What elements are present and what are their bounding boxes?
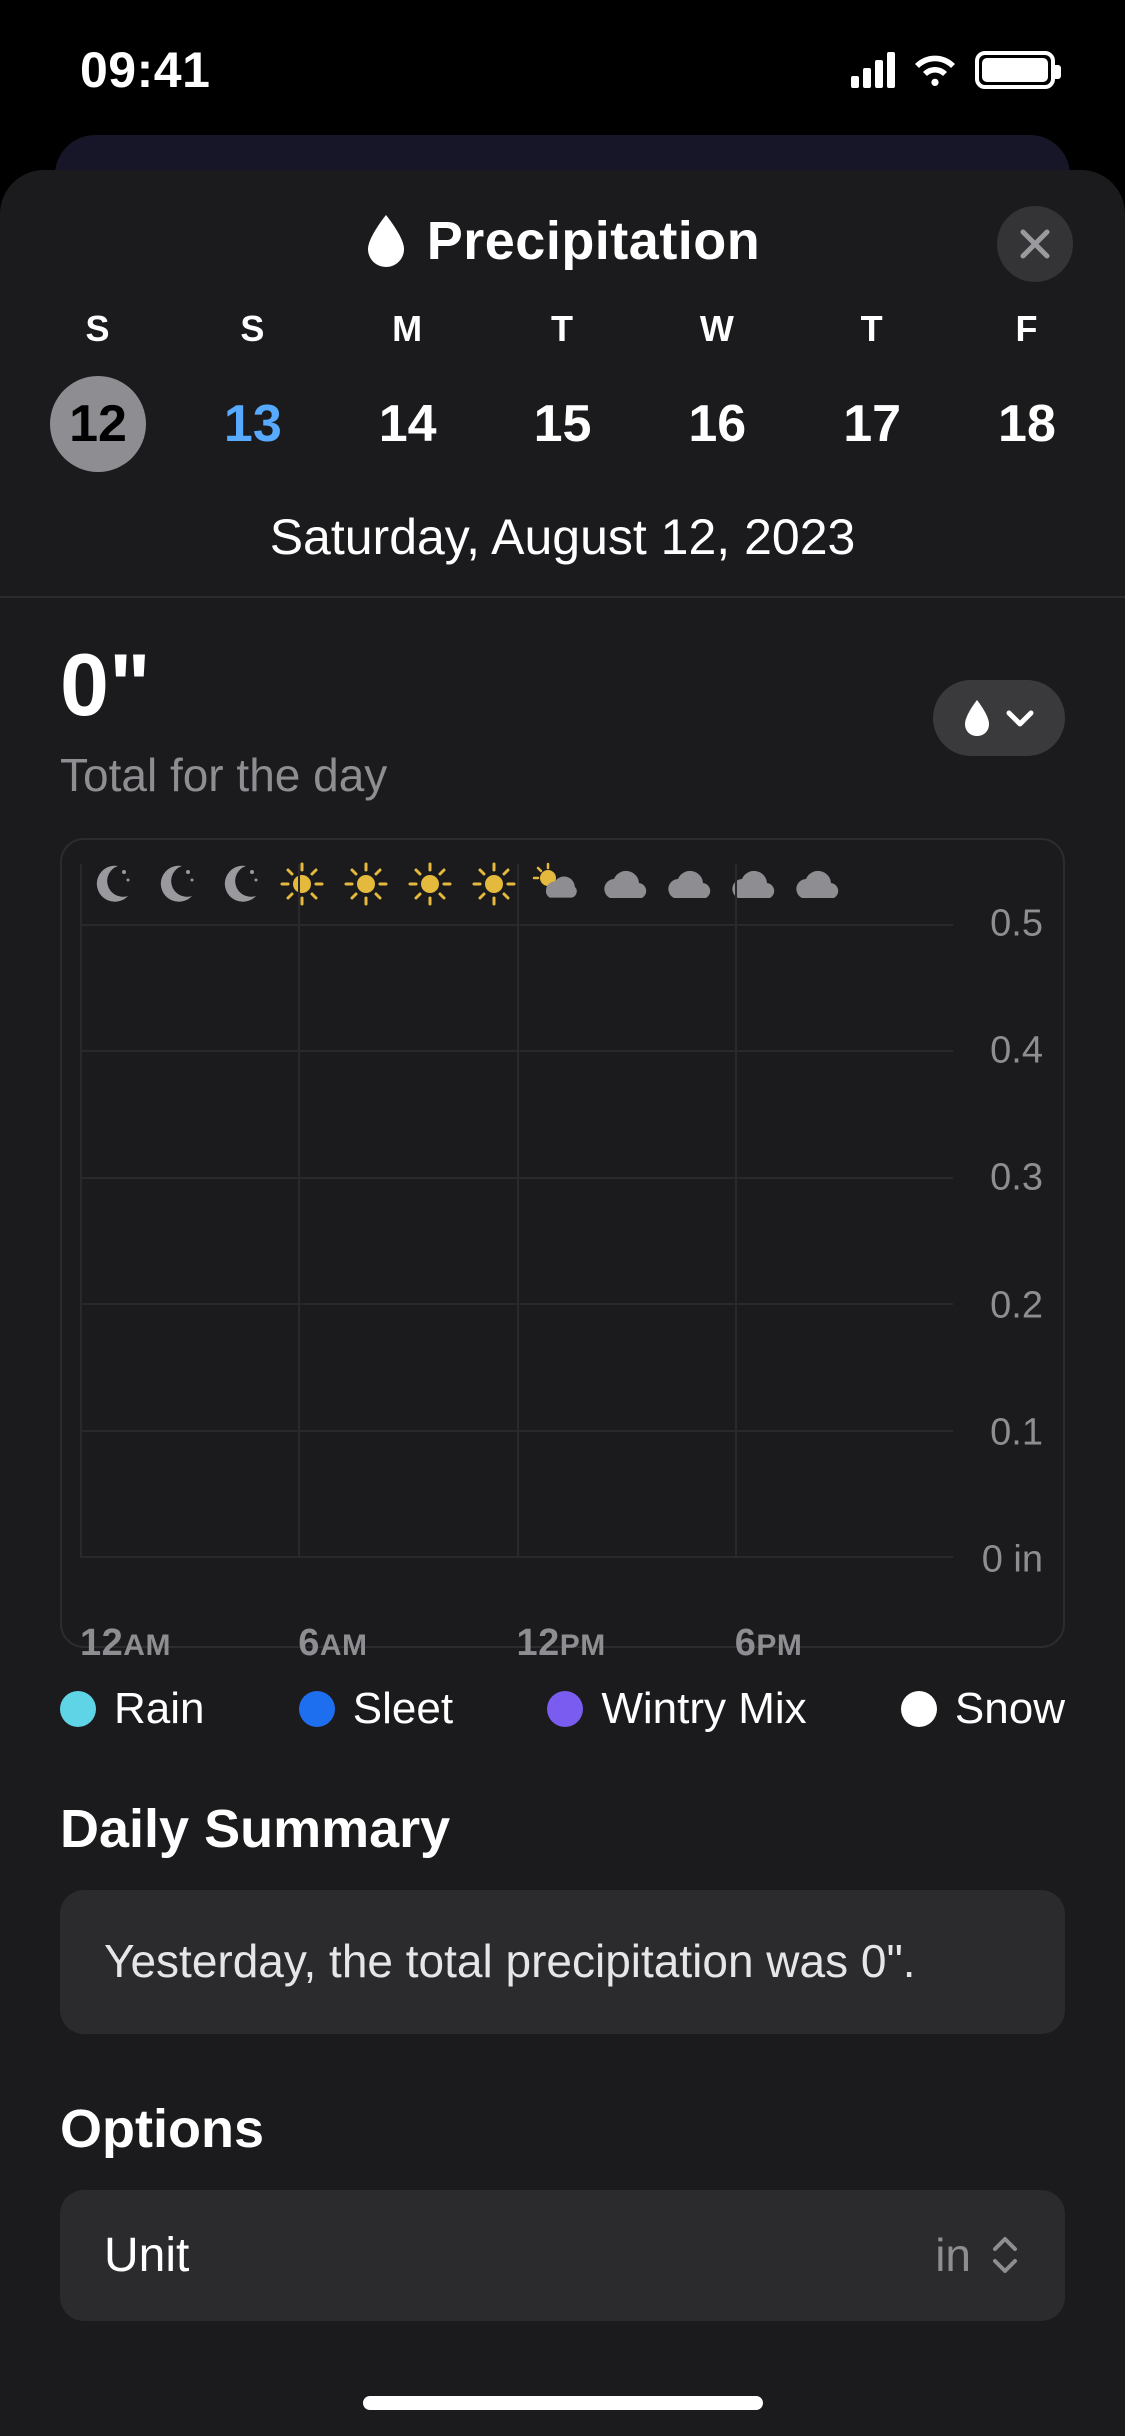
day-number: 15 xyxy=(534,394,592,454)
battery-icon xyxy=(975,51,1055,89)
legend-label: Sleet xyxy=(353,1684,453,1734)
partly-cloudy-icon xyxy=(528,854,588,914)
day-selector[interactable]: S 12S 13M 14T 15W 16T 17F 18 xyxy=(0,282,1125,472)
day-of-week: S xyxy=(85,308,110,350)
y-axis-tick: 0.4 xyxy=(990,1030,1043,1073)
close-button[interactable] xyxy=(997,206,1073,282)
status-bar: 09:41 xyxy=(0,0,1125,140)
day-18[interactable]: F 18 xyxy=(953,308,1101,472)
legend-label: Rain xyxy=(114,1684,205,1734)
precipitation-caption: Total for the day xyxy=(60,736,387,802)
y-axis-tick: 0 in xyxy=(982,1539,1043,1582)
close-icon xyxy=(1017,226,1053,262)
x-axis-tick: 12AM xyxy=(80,1622,171,1665)
day-16[interactable]: W 16 xyxy=(643,308,791,472)
day-15[interactable]: T 15 xyxy=(488,308,636,472)
day-14[interactable]: M 14 xyxy=(334,308,482,472)
legend-swatch xyxy=(299,1691,335,1727)
clear-night-icon xyxy=(144,854,204,914)
options-heading: Options xyxy=(60,2034,1065,2190)
day-of-week: S xyxy=(240,308,265,350)
daily-summary-card: Yesterday, the total precipitation was 0… xyxy=(60,1890,1065,2034)
day-of-week: T xyxy=(861,308,884,350)
unit-option-value: in xyxy=(935,2228,971,2282)
home-indicator[interactable] xyxy=(363,2396,763,2410)
unit-option-label: Unit xyxy=(104,2228,189,2283)
sunny-icon xyxy=(336,854,396,914)
sunny-icon xyxy=(400,854,460,914)
legend-item-rain: Rain xyxy=(60,1684,205,1734)
day-number: 16 xyxy=(688,394,746,454)
legend-item-wintry-mix: Wintry Mix xyxy=(547,1684,806,1734)
cloudy-icon xyxy=(720,854,780,914)
cloudy-icon xyxy=(656,854,716,914)
metric-picker-button[interactable] xyxy=(933,680,1065,756)
unit-option-row[interactable]: Unit in xyxy=(60,2190,1065,2321)
clear-night-icon xyxy=(208,854,268,914)
up-down-chevron-icon xyxy=(989,2233,1021,2277)
day-17[interactable]: T 17 xyxy=(798,308,946,472)
sunny-icon xyxy=(272,854,332,914)
chart-grid xyxy=(80,924,953,1556)
x-axis-tick: 12PM xyxy=(517,1622,606,1665)
legend-item-sleet: Sleet xyxy=(299,1684,453,1734)
y-axis-tick: 0.2 xyxy=(990,1284,1043,1327)
day-of-week: M xyxy=(392,308,423,350)
legend-label: Snow xyxy=(955,1684,1065,1734)
legend-swatch xyxy=(547,1691,583,1727)
legend-item-snow: Snow xyxy=(901,1684,1065,1734)
daily-summary-heading: Daily Summary xyxy=(60,1734,1065,1890)
legend-swatch xyxy=(60,1691,96,1727)
legend-swatch xyxy=(901,1691,937,1727)
y-axis-tick: 0.1 xyxy=(990,1411,1043,1454)
x-axis-tick: 6PM xyxy=(735,1622,803,1665)
sheet-title: Precipitation xyxy=(365,210,761,272)
status-indicators xyxy=(851,51,1055,89)
y-axis-tick: 0.5 xyxy=(990,903,1043,946)
sheet-title-text: Precipitation xyxy=(427,210,761,272)
x-axis-tick: 6AM xyxy=(298,1622,367,1665)
selected-date-label: Saturday, August 12, 2023 xyxy=(0,472,1125,596)
day-number: 13 xyxy=(224,394,282,454)
chevron-down-icon xyxy=(1005,703,1035,733)
precipitation-sheet: Precipitation S 12S 13M 14T 15W 16T xyxy=(0,170,1125,2436)
y-axis-tick: 0.3 xyxy=(990,1157,1043,1200)
day-number: 14 xyxy=(379,394,437,454)
sunny-icon xyxy=(464,854,524,914)
precipitation-icon xyxy=(365,215,407,267)
clear-night-icon xyxy=(80,854,140,914)
day-number: 18 xyxy=(998,394,1056,454)
precipitation-chart[interactable]: 12AM6AM12PM6PM 0 in0.10.20.30.40.5 xyxy=(60,838,1065,1648)
drop-icon xyxy=(963,700,991,736)
day-12[interactable]: S 12 xyxy=(24,308,172,472)
cellular-icon xyxy=(851,52,895,88)
status-time: 09:41 xyxy=(80,41,210,99)
day-of-week: W xyxy=(700,308,735,350)
day-of-week: F xyxy=(1015,308,1038,350)
day-13[interactable]: S 13 xyxy=(179,308,327,472)
cloudy-icon xyxy=(784,854,844,914)
day-number: 12 xyxy=(69,394,127,454)
cloudy-icon xyxy=(592,854,652,914)
day-number: 17 xyxy=(843,394,901,454)
day-of-week: T xyxy=(551,308,574,350)
precipitation-amount: 0" xyxy=(60,634,387,736)
wifi-icon xyxy=(911,52,959,88)
legend-label: Wintry Mix xyxy=(601,1684,806,1734)
